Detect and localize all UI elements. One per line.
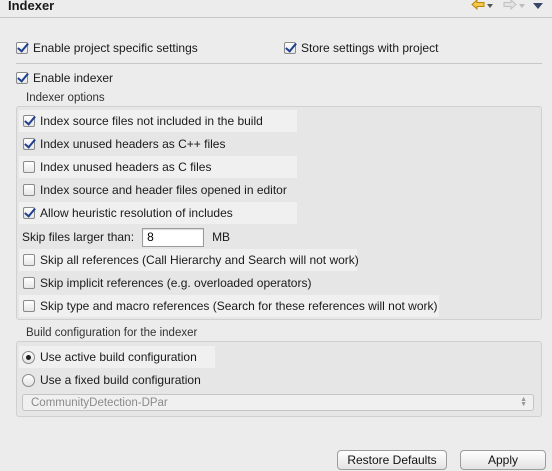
index-opened-files-label: Index source and header files opened in …: [40, 183, 287, 197]
skip-all-references-checkbox[interactable]: [23, 254, 35, 266]
store-settings-label: Store settings with project: [301, 41, 439, 55]
navigation-toolbar: [471, 0, 543, 12]
use-fixed-config-radio[interactable]: [22, 373, 35, 387]
index-headers-c-row[interactable]: Index unused headers as C files: [23, 158, 211, 176]
forward-arrow-icon[interactable]: [503, 0, 517, 13]
index-headers-cpp-row[interactable]: Index unused headers as C++ files: [23, 135, 225, 153]
skip-type-macro-references-row[interactable]: Skip type and macro references (Search f…: [23, 297, 438, 315]
store-settings-checkbox-row[interactable]: Store settings with project: [284, 39, 438, 57]
indexer-options-group: Index source files not included in the b…: [16, 106, 542, 320]
forward-dropdown-icon[interactable]: [519, 4, 525, 8]
settings-divider: [16, 63, 542, 64]
index-headers-c-checkbox[interactable]: [23, 161, 35, 173]
back-arrow-icon[interactable]: [471, 0, 485, 13]
use-active-config-row[interactable]: Use active build configuration: [22, 348, 197, 366]
index-opened-files-checkbox[interactable]: [23, 184, 35, 196]
enable-project-specific-checkbox[interactable]: [16, 42, 28, 54]
store-settings-checkbox[interactable]: [284, 42, 296, 54]
use-active-config-label: Use active build configuration: [40, 350, 197, 364]
index-headers-c-label: Index unused headers as C files: [40, 160, 212, 174]
page-title: Indexer: [8, 0, 55, 13]
header-divider: [0, 17, 552, 18]
skip-implicit-references-row[interactable]: Skip implicit references (e.g. overloade…: [23, 274, 311, 292]
back-dropdown-icon[interactable]: [487, 4, 493, 8]
index-source-not-in-build-row[interactable]: Index source files not included in the b…: [23, 112, 263, 130]
skip-all-references-row[interactable]: Skip all references (Call Hierarchy and …: [23, 251, 359, 269]
enable-indexer-checkbox[interactable]: [16, 72, 28, 84]
build-config-select[interactable]: CommunityDetection-DPar ▲ ▼: [22, 394, 534, 411]
enable-indexer-label: Enable indexer: [33, 71, 114, 85]
skip-implicit-references-checkbox[interactable]: [23, 277, 35, 289]
build-config-select-value: CommunityDetection-DPar: [31, 396, 168, 409]
skip-files-label: Skip files larger than:: [22, 230, 135, 244]
heuristic-includes-label: Allow heuristic resolution of includes: [40, 206, 233, 220]
enable-indexer-checkbox-row[interactable]: Enable indexer: [16, 69, 113, 87]
index-opened-files-row[interactable]: Index source and header files opened in …: [23, 181, 287, 199]
skip-files-unit: MB: [212, 230, 231, 244]
skip-type-macro-references-checkbox[interactable]: [23, 300, 35, 312]
select-arrows-icon: ▲ ▼: [520, 396, 527, 408]
index-source-not-in-build-label: Index source files not included in the b…: [40, 114, 263, 128]
skip-all-references-label: Skip all references (Call Hierarchy and …: [40, 253, 359, 267]
restore-defaults-button[interactable]: Restore Defaults: [337, 450, 447, 470]
skip-files-row: Skip files larger than: MB: [22, 227, 230, 247]
index-source-not-in-build-checkbox[interactable]: [23, 115, 35, 127]
apply-button[interactable]: Apply: [460, 450, 546, 470]
index-headers-cpp-checkbox[interactable]: [23, 138, 35, 150]
index-headers-cpp-label: Index unused headers as C++ files: [40, 137, 226, 151]
enable-project-specific-label: Enable project specific settings: [33, 41, 198, 55]
indexer-options-title: Indexer options: [26, 92, 105, 104]
view-menu-icon[interactable]: [533, 3, 543, 9]
skip-implicit-references-label: Skip implicit references (e.g. overloade…: [40, 276, 312, 290]
skip-files-size-input[interactable]: [142, 227, 205, 247]
build-config-title: Build configuration for the indexer: [26, 327, 198, 339]
use-fixed-config-label: Use a fixed build configuration: [40, 373, 201, 387]
use-fixed-config-row[interactable]: Use a fixed build configuration: [22, 371, 201, 389]
heuristic-includes-checkbox[interactable]: [23, 207, 35, 219]
enable-project-specific-checkbox-row[interactable]: Enable project specific settings: [16, 39, 198, 57]
heuristic-includes-row[interactable]: Allow heuristic resolution of includes: [23, 204, 233, 222]
skip-type-macro-references-label: Skip type and macro references (Search f…: [40, 299, 438, 313]
use-active-config-radio[interactable]: [22, 350, 35, 364]
